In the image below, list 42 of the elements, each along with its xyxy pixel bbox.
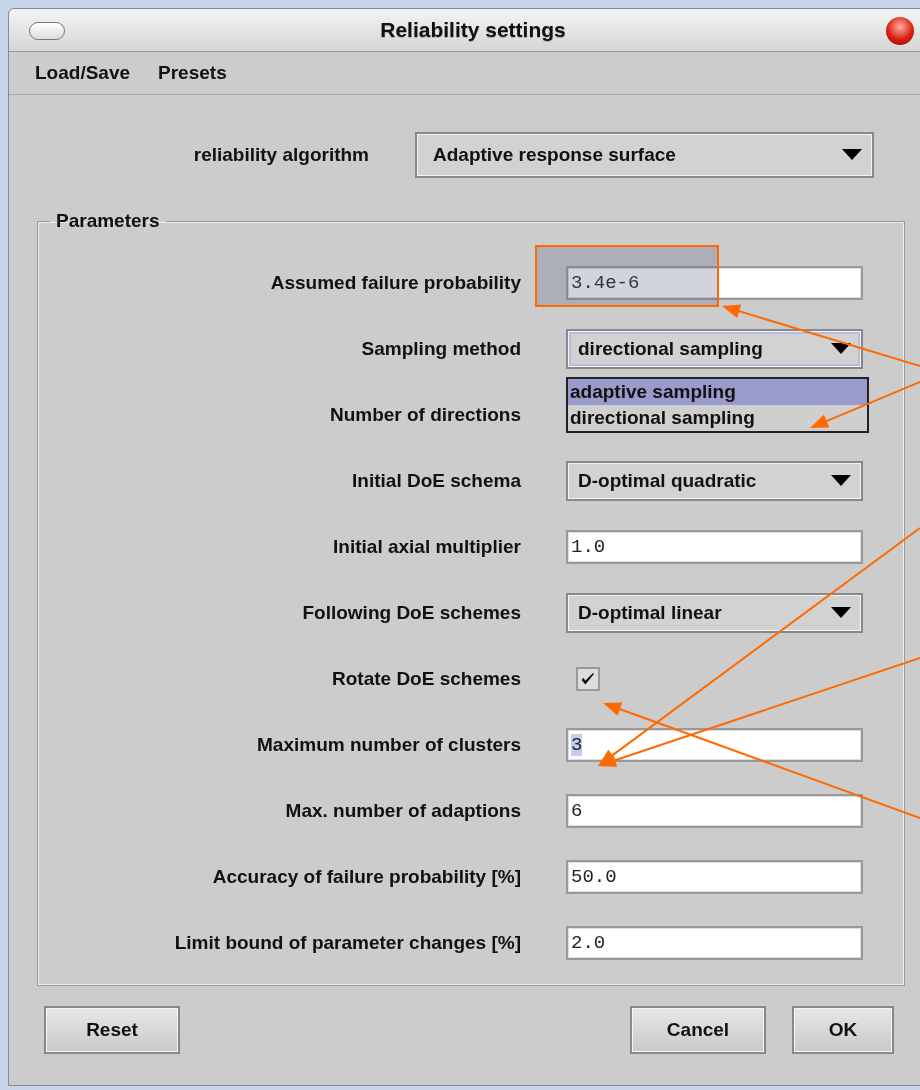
- dropdown-value: D-optimal quadratic: [578, 470, 757, 492]
- dialog-button[interactable]: OK: [792, 1006, 894, 1054]
- input-field[interactable]: 3: [566, 728, 863, 762]
- checkbox[interactable]: [576, 667, 600, 691]
- dropdown-option[interactable]: adaptive sampling: [568, 379, 867, 405]
- dialog-button[interactable]: Cancel: [630, 1006, 766, 1054]
- input-field[interactable]: 6: [566, 794, 863, 828]
- group-title: Parameters: [55, 210, 161, 232]
- field-label: Following DoE schemes: [301, 602, 521, 624]
- dropdown-value: directional sampling: [578, 338, 763, 360]
- reset-button[interactable]: Reset: [44, 1006, 180, 1054]
- field-label: Assumed failure probability: [269, 272, 521, 294]
- dropdown-arrow-icon: [842, 149, 862, 161]
- algorithm-dropdown[interactable]: Adaptive response surface: [415, 132, 874, 178]
- dropdown[interactable]: D-optimal linear: [566, 593, 863, 633]
- field-label: Initial axial multiplier: [332, 536, 521, 558]
- window-title: Reliability settings: [380, 18, 566, 42]
- dropdown-value: Adaptive response surface: [433, 144, 676, 166]
- field-label: Sampling method: [360, 338, 521, 360]
- dropdown[interactable]: directional sampling: [566, 329, 863, 369]
- input-field[interactable]: 2.0: [566, 926, 863, 960]
- field-label: Rotate DoE schemes: [331, 668, 521, 690]
- field-label: Maximum number of clusters: [256, 734, 521, 756]
- input-field[interactable]: 1.0: [566, 530, 863, 564]
- field-label: Initial DoE schema: [351, 470, 521, 492]
- input-field[interactable]: 50.0: [566, 860, 863, 894]
- dropdown-value: D-optimal linear: [578, 602, 722, 624]
- dropdown-option[interactable]: directional sampling: [568, 405, 867, 431]
- toolbar-toggle-icon[interactable]: [29, 22, 65, 40]
- field-label: reliability algorithm: [192, 144, 369, 166]
- dropdown-arrow-icon: [831, 475, 851, 487]
- dropdown-arrow-icon: [831, 343, 851, 355]
- menu-item[interactable]: Load/Save: [35, 62, 131, 84]
- field-label: Accuracy of failure probability [%]: [211, 866, 521, 888]
- close-icon[interactable]: [886, 17, 914, 45]
- field-label: Number of directions: [328, 404, 521, 426]
- field-label: Limit bound of parameter changes [%]: [173, 932, 521, 954]
- input-field[interactable]: 3.4e-6: [566, 266, 863, 300]
- field-label: Max. number of adaptions: [284, 800, 521, 822]
- dropdown-arrow-icon: [831, 607, 851, 619]
- dropdown[interactable]: D-optimal quadratic: [566, 461, 863, 501]
- menu-item[interactable]: Presets: [158, 62, 227, 84]
